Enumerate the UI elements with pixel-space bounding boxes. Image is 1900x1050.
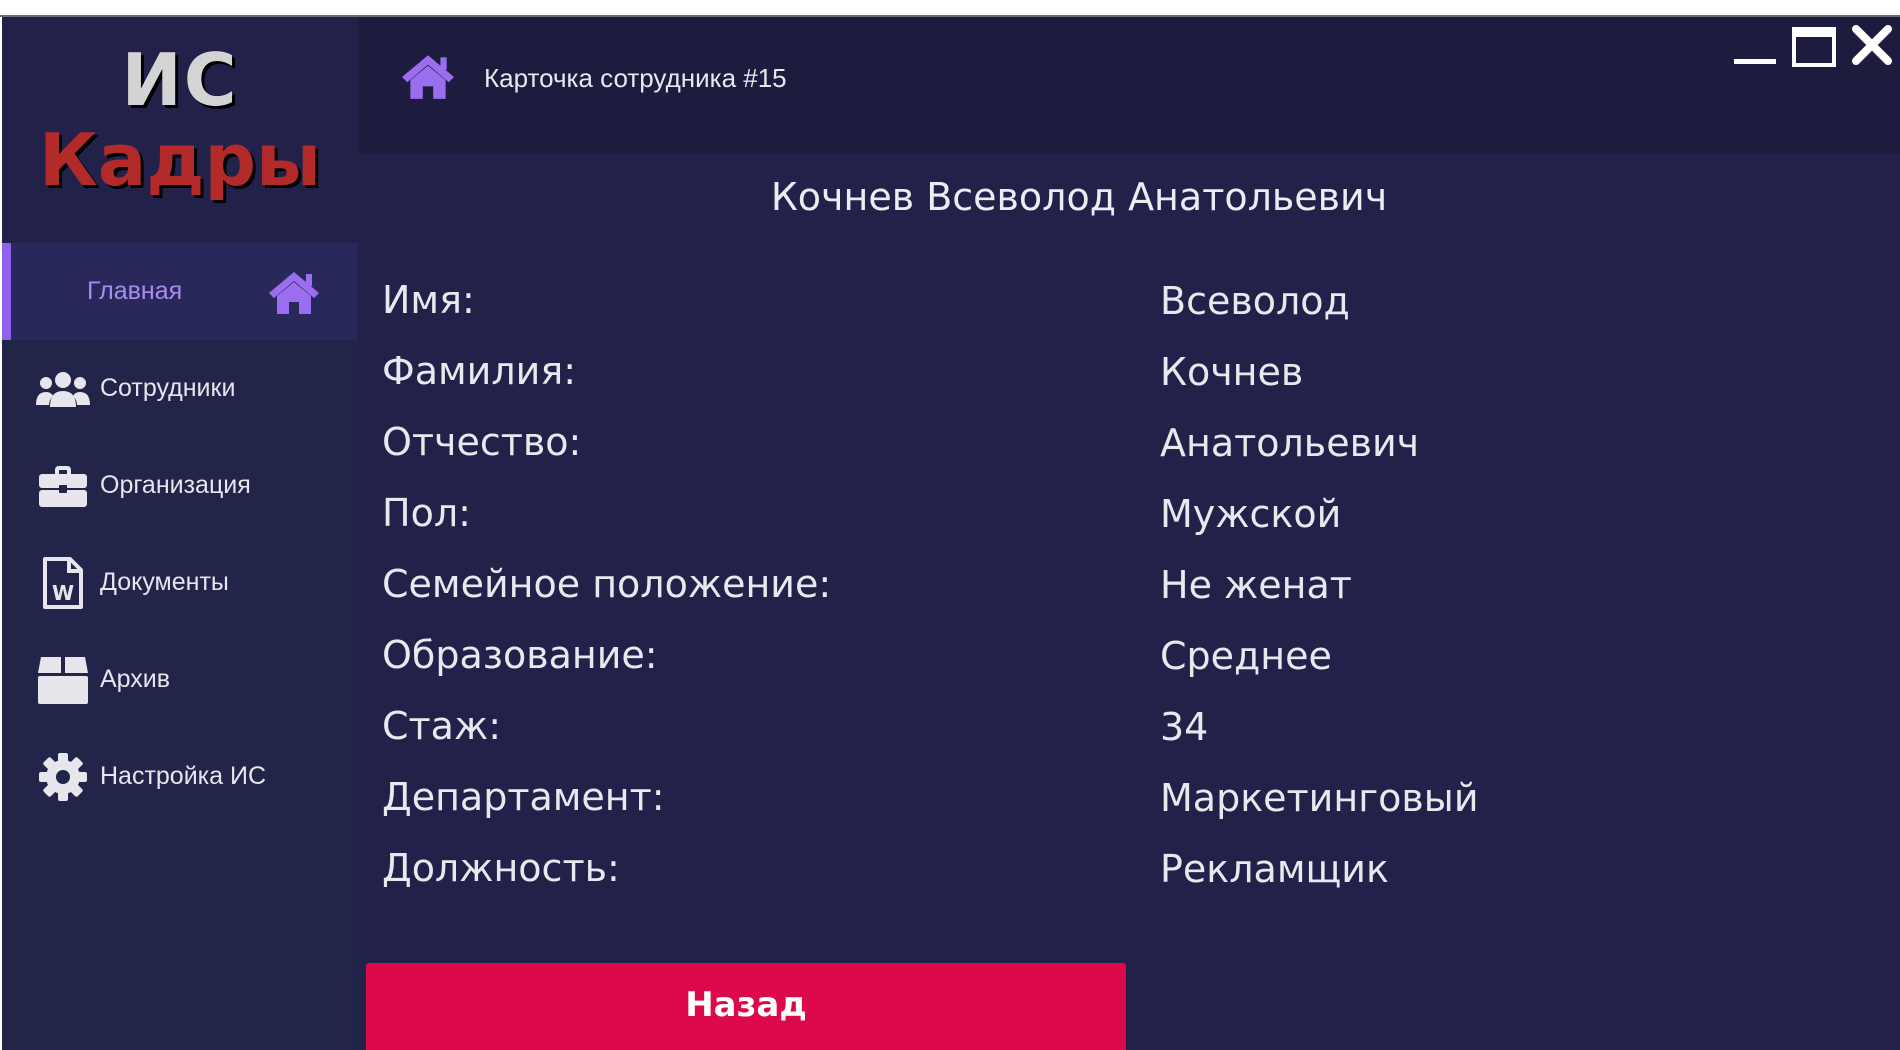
minimize-button[interactable] <box>1728 21 1780 73</box>
back-button[interactable]: Назад <box>366 963 1126 1050</box>
field-education: Образование: Среднее <box>382 633 1882 704</box>
field-label: Фамилия: <box>382 349 577 393</box>
field-label: Пол: <box>382 491 471 535</box>
field-last-name: Фамилия: Кочнев <box>382 349 1882 420</box>
field-gender: Пол: Мужской <box>382 491 1882 562</box>
field-marital-status: Семейное положение: Не женат <box>382 562 1882 633</box>
logo-line-2: Кадры <box>38 118 322 202</box>
employee-fields: Имя: Всеволод Фамилия: Кочнев Отчество: … <box>382 278 1882 917</box>
field-patronymic: Отчество: Анатольевич <box>382 420 1882 491</box>
archive-box-icon <box>36 653 90 707</box>
home-icon <box>267 265 321 319</box>
app-logo: ИС Кадры <box>2 17 358 243</box>
field-label: Стаж: <box>382 704 501 748</box>
page-title: Карточка сотрудника #15 <box>484 63 787 93</box>
field-value: 34 <box>1160 705 1209 749</box>
sidebar-item-home[interactable]: Главная <box>2 243 358 340</box>
field-value: Рекламщик <box>1160 847 1389 891</box>
svg-text:W: W <box>52 581 74 605</box>
sidebar-nav: Главная Сотрудники Организация W Докумен… <box>2 243 358 825</box>
maximize-button[interactable] <box>1788 21 1840 73</box>
field-value: Среднее <box>1160 634 1332 678</box>
word-document-icon: W <box>36 556 90 610</box>
sidebar-item-documents[interactable]: W Документы <box>2 534 358 631</box>
back-button-label: Назад <box>685 985 807 1025</box>
field-label: Семейное положение: <box>382 562 832 606</box>
employee-full-name-text: Кочнев Всеволод Анатольевич <box>770 175 1388 219</box>
field-value: Не женат <box>1160 563 1352 607</box>
gear-icon <box>36 750 90 804</box>
sidebar-item-label: Главная <box>87 277 183 305</box>
field-experience: Стаж: 34 <box>382 704 1882 775</box>
field-position: Должность: Рекламщик <box>382 846 1882 917</box>
field-label: Образование: <box>382 633 658 677</box>
employee-card: Кочнев Всеволод Анатольевич Имя: Всеволо… <box>358 153 1900 1050</box>
field-label: Имя: <box>382 278 475 322</box>
close-button[interactable] <box>1846 21 1898 73</box>
home-icon[interactable] <box>400 51 456 101</box>
field-label: Департамент: <box>382 775 665 819</box>
sidebar-item-archive[interactable]: Архив <box>2 631 358 728</box>
sidebar-item-label: Сотрудники <box>100 374 236 402</box>
window-controls <box>1710 17 1900 77</box>
sidebar-item-employees[interactable]: Сотрудники <box>2 340 358 437</box>
field-value: Анатольевич <box>1160 421 1420 465</box>
sidebar: ИС Кадры Главная Сотрудники Организация … <box>2 17 358 1050</box>
sidebar-item-settings[interactable]: Настройка ИС <box>2 728 358 825</box>
sidebar-item-label: Настройка ИС <box>100 762 267 790</box>
sidebar-item-organization[interactable]: Организация <box>2 437 358 534</box>
field-label: Должность: <box>382 846 620 890</box>
field-value: Мужской <box>1160 492 1342 536</box>
employee-full-name: Кочнев Всеволод Анатольевич <box>358 175 1900 219</box>
sidebar-item-label: Документы <box>100 568 229 596</box>
field-department: Департамент: Маркетинговый <box>382 775 1882 846</box>
briefcase-icon <box>36 459 90 513</box>
users-icon <box>36 362 90 416</box>
field-first-name: Имя: Всеволод <box>382 278 1882 349</box>
field-value: Маркетинговый <box>1160 776 1479 820</box>
sidebar-item-label: Архив <box>100 665 171 693</box>
app-window: ИС Кадры Главная Сотрудники Организация … <box>2 17 1900 1050</box>
field-label: Отчество: <box>382 420 582 464</box>
screen-top-strip <box>0 0 1900 17</box>
field-value: Всеволод <box>1160 279 1350 323</box>
logo-line-1: ИС <box>121 38 239 122</box>
field-value: Кочнев <box>1160 350 1304 394</box>
header-bar: Карточка сотрудника #15 <box>358 17 1900 153</box>
sidebar-item-label: Организация <box>100 471 251 499</box>
